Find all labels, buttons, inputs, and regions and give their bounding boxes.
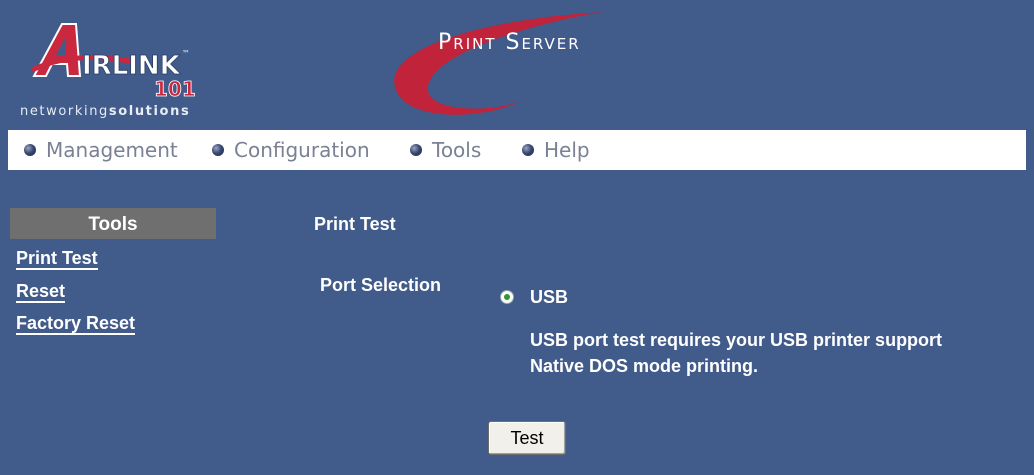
section-title: Print Test (314, 214, 396, 234)
usb-note-line1: USB port test requires your USB printer … (530, 330, 943, 350)
airlink-logo-graphic: IRLINK ™ 101 (30, 23, 196, 100)
usb-radio-button[interactable] (500, 290, 514, 304)
bullet-icon (522, 144, 534, 156)
tagline: networkingsolutions (20, 104, 191, 119)
sidebar-link-print-test[interactable]: Print Test (16, 248, 98, 270)
bullet-icon (24, 144, 36, 156)
bullet-icon (212, 144, 224, 156)
header: IRLINK ™ 101 networkingsolutions Print S… (0, 0, 1034, 128)
nav-item-management[interactable]: Management (24, 138, 178, 162)
swoosh-graphic (394, 12, 602, 115)
nav-item-label: Management (46, 138, 178, 162)
nav-item-label: Tools (432, 138, 482, 162)
sidebar-link-reset[interactable]: Reset (16, 281, 66, 303)
nav-item-label: Help (544, 138, 590, 162)
nav-bar: Management Configuration Tools Help (8, 130, 1026, 170)
product-title: Print Server (438, 30, 581, 55)
nav-item-label: Configuration (234, 138, 370, 162)
nav-item-tools[interactable]: Tools (410, 138, 481, 162)
nav-item-configuration[interactable]: Configuration (212, 138, 370, 162)
airlink-logo: IRLINK ™ 101 networkingsolutions (14, 10, 244, 120)
port-selection-label: Port Selection (320, 275, 442, 295)
usb-note-line2: Native DOS mode printing. (530, 356, 759, 376)
usb-option-label: USB (530, 287, 569, 307)
test-button[interactable]: Test (488, 421, 566, 455)
sidebar-title: Tools (10, 208, 216, 239)
sidebar-link-factory-reset[interactable]: Factory Reset (16, 313, 136, 335)
nav-item-help[interactable]: Help (522, 138, 590, 162)
svg-text:™: ™ (182, 49, 190, 58)
svg-text:101: 101 (154, 77, 196, 100)
bullet-icon (410, 144, 422, 156)
